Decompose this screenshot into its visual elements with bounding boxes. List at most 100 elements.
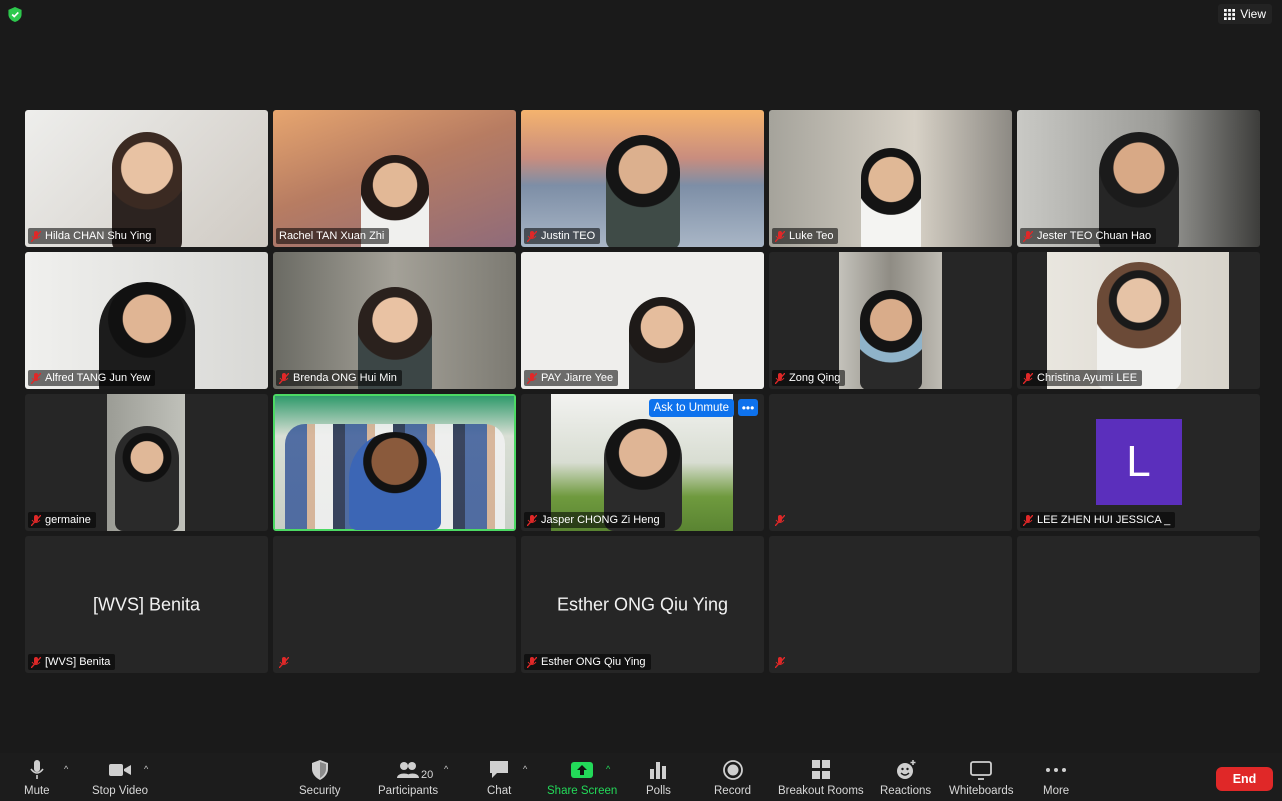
- participant-name: Zong Qing: [789, 372, 841, 384]
- share-screen-label: Share Screen: [547, 785, 618, 797]
- participant-name-tag: Brenda ONG Hui Min: [276, 370, 402, 386]
- more-label: More: [1043, 785, 1070, 797]
- participant-name: Alfred TANG Jun Yew: [45, 372, 151, 384]
- whiteboard-icon: [970, 761, 993, 780]
- participant-tile[interactable]: PAY Jiarre Yee: [521, 252, 764, 389]
- chat-bubble-icon: [490, 761, 509, 778]
- video-options-caret[interactable]: ^: [144, 764, 148, 774]
- participants-label: Participants: [378, 785, 439, 797]
- participant-name-tag: Hilda CHAN Shu Ying: [28, 228, 157, 244]
- tile-more-options-button[interactable]: •••: [738, 399, 758, 416]
- participant-tile[interactable]: Jester TEO Chuan Hao: [1017, 110, 1260, 247]
- muted-mic-icon: [1023, 230, 1033, 242]
- participant-name: Justin TEO: [541, 230, 596, 242]
- participant-tile[interactable]: Hilda CHAN Shu Ying: [25, 110, 268, 247]
- view-label: View: [1240, 7, 1266, 21]
- participant-display-name: [WVS] Benita: [92, 594, 201, 614]
- participant-name-tag: Rachel TAN Xuan Zhi: [276, 228, 390, 244]
- mute-options-caret[interactable]: ^: [64, 764, 68, 774]
- participant-name-tag: Zong Qing: [772, 370, 846, 386]
- muted-mic-icon: [527, 230, 537, 242]
- muted-mic-icon: [1023, 514, 1033, 526]
- reactions-smiley-icon: [896, 760, 916, 779]
- avatar: L: [1095, 419, 1182, 505]
- participant-name-tag: Luke Teo: [772, 228, 839, 244]
- encryption-shield-icon[interactable]: [8, 7, 22, 22]
- participant-name-tag: Christina Ayumi LEE: [1020, 370, 1143, 386]
- participant-name: Rachel TAN Xuan Zhi: [279, 230, 385, 242]
- participant-tile[interactable]: Esther ONG Qiu Ying Esther ONG Qiu Ying: [521, 536, 764, 673]
- ask-to-unmute-button[interactable]: Ask to Unmute: [648, 399, 734, 417]
- breakout-rooms-label: Breakout Rooms: [778, 785, 864, 797]
- participant-name-tag: [772, 655, 790, 670]
- participant-name-tag: Esther ONG Qiu Ying: [524, 654, 651, 670]
- participant-tile[interactable]: Luke Teo: [769, 110, 1012, 247]
- participant-tile-empty[interactable]: [769, 394, 1012, 531]
- participant-tile[interactable]: Christina Ayumi LEE: [1017, 252, 1260, 389]
- muted-mic-icon: [775, 230, 785, 242]
- participant-figure: [605, 135, 680, 247]
- participant-tile[interactable]: Ask to Unmute ••• Jasper CHONG Zi Heng: [521, 394, 764, 531]
- chat-options-caret[interactable]: ^: [523, 764, 527, 774]
- muted-mic-icon: [31, 230, 41, 242]
- reactions-button[interactable]: Reactions: [880, 760, 931, 797]
- participant-name: Jasper CHONG Zi Heng: [541, 514, 660, 526]
- muted-mic-icon: [527, 656, 537, 668]
- participant-name-tag: germaine: [28, 512, 96, 528]
- muted-mic-icon: [775, 515, 785, 526]
- participant-name-tag: Jasper CHONG Zi Heng: [524, 512, 665, 528]
- participant-tile[interactable]: L LEE ZHEN HUI JESSICA _: [1017, 394, 1260, 531]
- meeting-toolbar: Mute ^ Stop Video ^ Security Participant…: [0, 753, 1282, 801]
- record-button[interactable]: Record: [714, 760, 751, 797]
- polls-icon: [650, 762, 667, 779]
- chat-button[interactable]: Chat: [487, 760, 511, 797]
- polls-button[interactable]: Polls: [646, 760, 671, 797]
- gallery-grid: Hilda CHAN Shu Ying Rachel TAN Xuan Zhi …: [25, 110, 1260, 673]
- participants-options-caret[interactable]: ^: [444, 764, 448, 774]
- muted-mic-icon: [527, 372, 537, 384]
- stop-video-label: Stop Video: [92, 785, 149, 797]
- participants-count: 20: [421, 769, 434, 781]
- participant-tile[interactable]: [WVS] Benita [WVS] Benita: [25, 536, 268, 673]
- participant-name-tag: [276, 655, 294, 670]
- participant-name: Luke Teo: [789, 230, 834, 242]
- participant-name: Brenda ONG Hui Min: [293, 372, 397, 384]
- whiteboards-button[interactable]: Whiteboards: [949, 760, 1014, 797]
- participant-figure: [628, 297, 695, 389]
- participant-figure: [860, 148, 921, 247]
- participant-tile-empty[interactable]: [273, 536, 516, 673]
- muted-mic-icon: [1023, 372, 1033, 384]
- security-button[interactable]: Security: [299, 760, 341, 797]
- breakout-rooms-button[interactable]: Breakout Rooms: [778, 760, 864, 797]
- more-button[interactable]: More: [1043, 760, 1069, 797]
- muted-mic-icon: [31, 656, 41, 668]
- participant-name: Esther ONG Qiu Ying: [541, 656, 646, 668]
- more-dots-icon: [1046, 768, 1067, 772]
- chat-label: Chat: [487, 785, 512, 797]
- participant-figure: [114, 426, 179, 531]
- end-meeting-button[interactable]: End: [1216, 767, 1273, 791]
- breakout-rooms-icon: [811, 760, 830, 779]
- participant-tile[interactable]: Rachel TAN Xuan Zhi: [273, 110, 516, 247]
- microphone-icon: [30, 760, 44, 779]
- participant-name: Jester TEO Chuan Hao: [1037, 230, 1152, 242]
- participant-tile[interactable]: germaine: [25, 394, 268, 531]
- participant-name: LEE ZHEN HUI JESSICA _: [1037, 514, 1171, 526]
- participant-figure: [859, 290, 922, 389]
- participants-icon: [397, 762, 420, 778]
- view-button[interactable]: View: [1218, 4, 1272, 24]
- participant-name: PAY Jiarre Yee: [541, 372, 614, 384]
- participant-name-tag: Alfred TANG Jun Yew: [28, 370, 156, 386]
- participant-tile-active-speaker[interactable]: [273, 394, 516, 531]
- share-options-caret[interactable]: ^: [606, 764, 610, 774]
- stop-video-button[interactable]: Stop Video: [92, 760, 148, 797]
- participant-tile-empty[interactable]: [769, 536, 1012, 673]
- participant-tile[interactable]: Justin TEO: [521, 110, 764, 247]
- participant-tile[interactable]: Alfred TANG Jun Yew: [25, 252, 268, 389]
- participant-tile[interactable]: Brenda ONG Hui Min: [273, 252, 516, 389]
- mute-button[interactable]: Mute: [24, 760, 50, 797]
- participant-tile-empty[interactable]: [1017, 536, 1260, 673]
- participant-name: Christina Ayumi LEE: [1037, 372, 1138, 384]
- participant-tile[interactable]: Zong Qing: [769, 252, 1012, 389]
- security-label: Security: [299, 785, 341, 797]
